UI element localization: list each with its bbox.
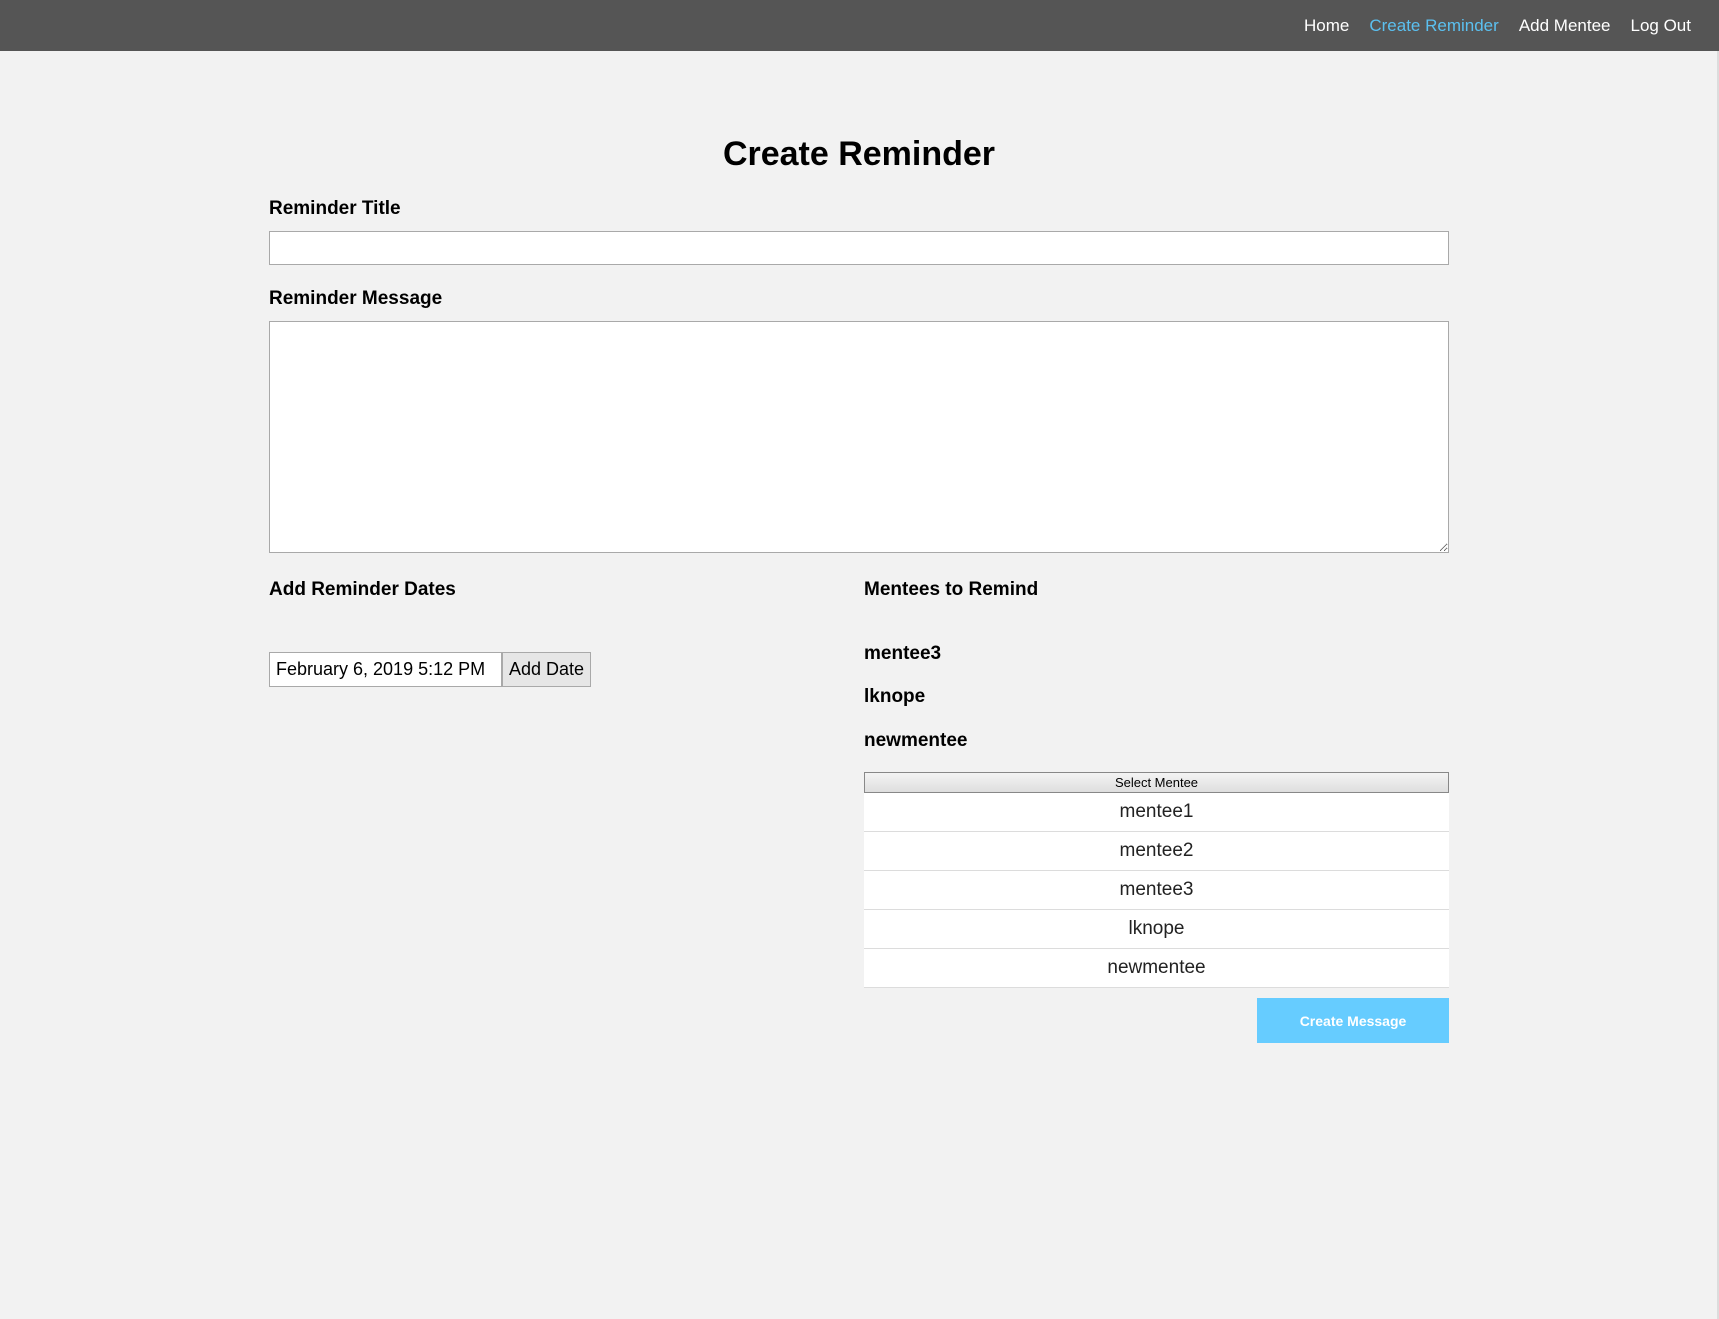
selected-mentee: mentee3 — [864, 643, 942, 664]
reminder-date-input[interactable] — [269, 652, 502, 687]
selected-mentee: newmentee — [864, 730, 968, 751]
add-date-button[interactable]: Add Date — [502, 652, 591, 687]
mentee-option[interactable]: newmentee — [864, 949, 1449, 988]
navbar: Home Create Reminder Add Mentee Log Out — [0, 0, 1719, 51]
nav-add-mentee-link[interactable]: Add Mentee — [1519, 16, 1611, 36]
reminder-title-label: Reminder Title — [269, 198, 401, 219]
mentee-option[interactable]: lknope — [864, 910, 1449, 949]
select-mentee-button[interactable]: Select Mentee — [864, 772, 1449, 793]
nav-create-reminder-link[interactable]: Create Reminder — [1369, 16, 1498, 36]
add-reminder-dates-label: Add Reminder Dates — [269, 579, 456, 600]
mentee-option-list: mentee1 mentee2 mentee3 lknope newmentee — [864, 793, 1449, 988]
mentee-option[interactable]: mentee2 — [864, 832, 1449, 871]
reminder-title-input[interactable] — [269, 231, 1449, 265]
create-message-button[interactable]: Create Message — [1257, 998, 1449, 1043]
mentees-to-remind-label: Mentees to Remind — [864, 579, 1039, 600]
nav-log-out-link[interactable]: Log Out — [1631, 16, 1692, 36]
nav-home-link[interactable]: Home — [1304, 16, 1349, 36]
mentee-option[interactable]: mentee1 — [864, 793, 1449, 832]
reminder-message-textarea[interactable] — [269, 321, 1449, 553]
page-title: Create Reminder — [722, 135, 996, 173]
mentee-option[interactable]: mentee3 — [864, 871, 1449, 910]
selected-mentee: lknope — [864, 686, 926, 707]
date-row: Add Date — [269, 652, 591, 687]
nav-links: Home Create Reminder Add Mentee Log Out — [1304, 0, 1691, 51]
reminder-message-label: Reminder Message — [269, 288, 443, 309]
